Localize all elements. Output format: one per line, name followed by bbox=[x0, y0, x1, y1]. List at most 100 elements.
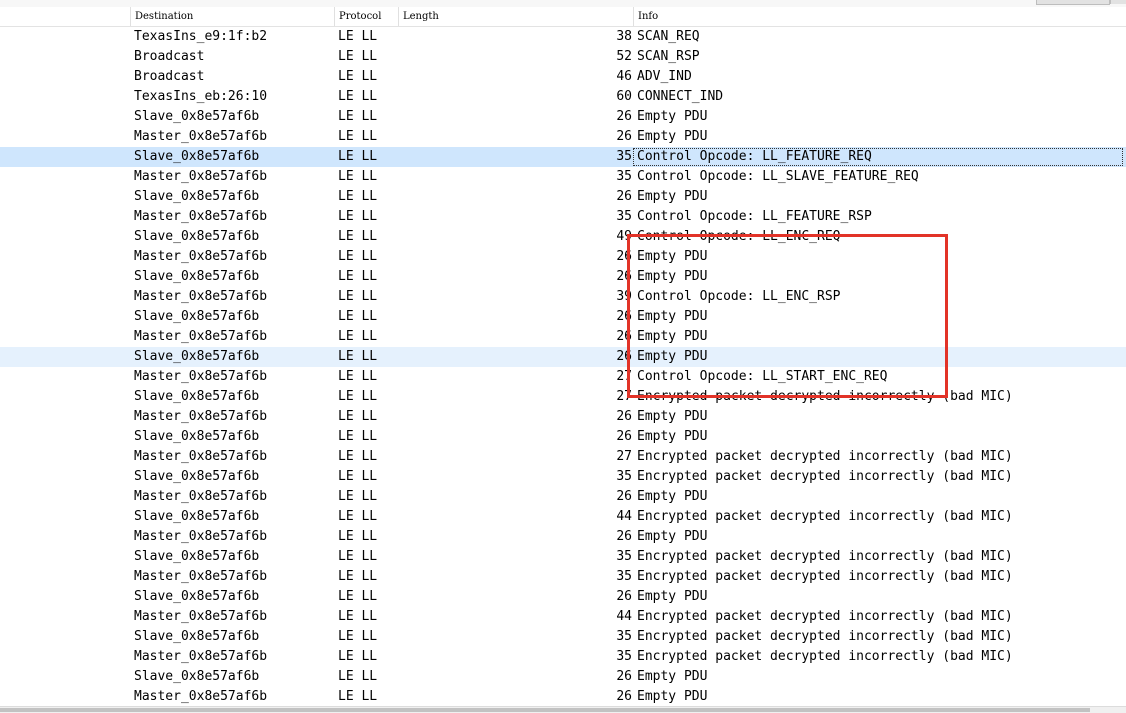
packet-info: Encrypted packet decrypted incorrectly (… bbox=[637, 649, 1013, 664]
packet-info: Empty PDU bbox=[637, 349, 708, 364]
packet-destination: Slave_0x8e57af6b bbox=[134, 309, 260, 324]
packet-row[interactable]: TexasIns_e9:1f:b2 LE LL 38 SCAN_REQ bbox=[0, 27, 1126, 47]
packet-row[interactable]: Master_0x8e57af6b LE LL 26 Empty PDU bbox=[0, 327, 1126, 347]
top-toolbar-edge bbox=[0, 0, 1126, 7]
packet-destination: Master_0x8e57af6b bbox=[134, 369, 268, 384]
packet-length: 26 bbox=[616, 589, 632, 604]
packet-length: 35 bbox=[616, 169, 632, 184]
packet-row[interactable]: Slave_0x8e57af6b LE LL 26 Empty PDU bbox=[0, 427, 1126, 447]
packet-row[interactable]: Master_0x8e57af6b LE LL 26 Empty PDU bbox=[0, 527, 1126, 547]
column-header-destination[interactable]: Destination bbox=[130, 7, 334, 26]
packet-row[interactable]: Master_0x8e57af6b LE LL 26 Empty PDU bbox=[0, 687, 1126, 707]
packet-row[interactable]: Master_0x8e57af6b LE LL 39 Control Opcode: … bbox=[0, 287, 1126, 307]
packet-protocol: LE LL bbox=[338, 609, 378, 624]
packet-length: 35 bbox=[616, 569, 632, 584]
packet-length: 26 bbox=[616, 109, 632, 124]
packet-row[interactable]: Master_0x8e57af6b LE LL 26 Empty PDU bbox=[0, 487, 1126, 507]
packet-info: Empty PDU bbox=[637, 689, 708, 704]
packet-protocol: LE LL bbox=[338, 69, 378, 84]
packet-protocol: LE LL bbox=[338, 169, 378, 184]
packet-protocol: LE LL bbox=[338, 349, 378, 364]
packet-info: Empty PDU bbox=[637, 669, 708, 684]
packet-destination: Master_0x8e57af6b bbox=[134, 329, 268, 344]
packet-destination: Master_0x8e57af6b bbox=[134, 289, 268, 304]
packet-destination: Slave_0x8e57af6b bbox=[134, 629, 260, 644]
packet-destination: Slave_0x8e57af6b bbox=[134, 389, 260, 404]
packet-info: Empty PDU bbox=[637, 189, 708, 204]
packet-protocol: LE LL bbox=[338, 449, 378, 464]
toolbar-segment-end bbox=[1110, 0, 1126, 4]
packet-row[interactable]: Master_0x8e57af6b LE LL 27 Encrypted packet… bbox=[0, 447, 1126, 467]
packet-destination: TexasIns_eb:26:10 bbox=[134, 89, 268, 104]
packet-length: 26 bbox=[616, 429, 632, 444]
packet-length: 46 bbox=[616, 69, 632, 84]
column-header-info[interactable]: Info bbox=[633, 7, 1126, 26]
packet-destination: Slave_0x8e57af6b bbox=[134, 149, 260, 164]
packet-info: Empty PDU bbox=[637, 329, 708, 344]
packet-row[interactable]: Slave_0x8e57af6b LE LL 35 Encrypted packet … bbox=[0, 547, 1126, 567]
packet-info: Control Opcode: LL_ENC_RSP bbox=[637, 289, 841, 304]
packet-row[interactable]: Slave_0x8e57af6b LE LL 35 Encrypted packet … bbox=[0, 467, 1126, 487]
packet-protocol: LE LL bbox=[338, 669, 378, 684]
packet-info: Empty PDU bbox=[637, 589, 708, 604]
packet-row[interactable]: TexasIns_eb:26:10 LE LL 60 CONNECT_IND bbox=[0, 87, 1126, 107]
packet-row[interactable]: Master_0x8e57af6b LE LL 35 Control Opcode: … bbox=[0, 207, 1126, 227]
packet-info: Control Opcode: LL_FEATURE_RSP bbox=[637, 209, 872, 224]
packet-destination: Broadcast bbox=[134, 49, 205, 64]
packet-row[interactable]: Master_0x8e57af6b LE LL 27 Control Opcode: … bbox=[0, 367, 1126, 387]
packet-protocol: LE LL bbox=[338, 329, 378, 344]
column-header-length[interactable]: Length bbox=[398, 7, 633, 26]
packet-destination: Master_0x8e57af6b bbox=[134, 249, 268, 264]
packet-row[interactable]: Slave_0x8e57af6b LE LL 27 Encrypted packet … bbox=[0, 387, 1126, 407]
packet-row[interactable]: Slave_0x8e57af6b LE LL 26 Empty PDU bbox=[0, 587, 1126, 607]
packet-row[interactable]: Slave_0x8e57af6b LE LL 26 Empty PDU bbox=[0, 667, 1126, 687]
column-header-protocol[interactable]: Protocol bbox=[334, 7, 398, 26]
packet-protocol: LE LL bbox=[338, 549, 378, 564]
packet-length: 38 bbox=[616, 29, 632, 44]
horizontal-scrollbar[interactable] bbox=[0, 706, 1126, 713]
packet-info: Empty PDU bbox=[637, 489, 708, 504]
packet-protocol: LE LL bbox=[338, 269, 378, 284]
packet-length: 35 bbox=[616, 209, 632, 224]
packet-row[interactable]: Master_0x8e57af6b LE LL 26 Empty PDU bbox=[0, 127, 1126, 147]
packet-row[interactable]: Slave_0x8e57af6b LE LL 26 Empty PDU bbox=[0, 187, 1126, 207]
packet-info: SCAN_REQ bbox=[637, 29, 700, 44]
packet-row[interactable]: Slave_0x8e57af6b LE LL 26 Empty PDU bbox=[0, 107, 1126, 127]
packet-row[interactable]: Master_0x8e57af6b LE LL 35 Control Opcode: … bbox=[0, 167, 1126, 187]
packet-row[interactable]: Master_0x8e57af6b LE LL 44 Encrypted packet… bbox=[0, 607, 1126, 627]
packet-info: Empty PDU bbox=[637, 129, 708, 144]
packet-length: 60 bbox=[616, 89, 632, 104]
packet-protocol: LE LL bbox=[338, 49, 378, 64]
packet-row[interactable]: Slave_0x8e57af6b LE LL 26 Empty PDU bbox=[0, 267, 1126, 287]
packet-row[interactable]: Master_0x8e57af6b LE LL 26 Empty PDU bbox=[0, 407, 1126, 427]
packet-length: 26 bbox=[616, 269, 632, 284]
packet-list-header: Destination Protocol Length Info bbox=[0, 7, 1126, 27]
packet-row[interactable]: Broadcast LE LL 46 ADV_IND bbox=[0, 67, 1126, 87]
packet-row[interactable]: Master_0x8e57af6b LE LL 26 Empty PDU bbox=[0, 247, 1126, 267]
packet-destination: Master_0x8e57af6b bbox=[134, 169, 268, 184]
packet-info: Empty PDU bbox=[637, 429, 708, 444]
packet-protocol: LE LL bbox=[338, 429, 378, 444]
packet-row[interactable]: Slave_0x8e57af6b LE LL 35 Control Opcode: L… bbox=[0, 147, 1126, 167]
packet-destination: Slave_0x8e57af6b bbox=[134, 269, 260, 284]
scrollbar-thumb[interactable] bbox=[0, 708, 1090, 712]
packet-info: Control Opcode: LL_SLAVE_FEATURE_REQ bbox=[637, 169, 919, 184]
packet-row[interactable]: Broadcast LE LL 52 SCAN_RSP bbox=[0, 47, 1126, 67]
packet-row[interactable]: Slave_0x8e57af6b LE LL 49 Control Opcode: L… bbox=[0, 227, 1126, 247]
packet-protocol: LE LL bbox=[338, 229, 378, 244]
packet-destination: Slave_0x8e57af6b bbox=[134, 349, 260, 364]
packet-row[interactable]: Master_0x8e57af6b LE LL 35 Encrypted packet… bbox=[0, 567, 1126, 587]
packet-destination: Slave_0x8e57af6b bbox=[134, 509, 260, 524]
packet-info: Encrypted packet decrypted incorrectly (… bbox=[637, 549, 1013, 564]
packet-info: Encrypted packet decrypted incorrectly (… bbox=[637, 509, 1013, 524]
packet-protocol: LE LL bbox=[338, 189, 378, 204]
packet-destination: Master_0x8e57af6b bbox=[134, 129, 268, 144]
packet-length: 35 bbox=[616, 629, 632, 644]
packet-row[interactable]: Slave_0x8e57af6b LE LL 35 Encrypted packet … bbox=[0, 627, 1126, 647]
packet-row[interactable]: Slave_0x8e57af6b LE LL 26 Empty PDU bbox=[0, 307, 1126, 327]
packet-info: Empty PDU bbox=[637, 269, 708, 284]
packet-info: Control Opcode: LL_FEATURE_REQ bbox=[637, 149, 872, 164]
packet-row[interactable]: Slave_0x8e57af6b LE LL 26 Empty PDU bbox=[0, 347, 1126, 367]
packet-row[interactable]: Slave_0x8e57af6b LE LL 44 Encrypted packet … bbox=[0, 507, 1126, 527]
packet-row[interactable]: Master_0x8e57af6b LE LL 35 Encrypted packet… bbox=[0, 647, 1126, 667]
